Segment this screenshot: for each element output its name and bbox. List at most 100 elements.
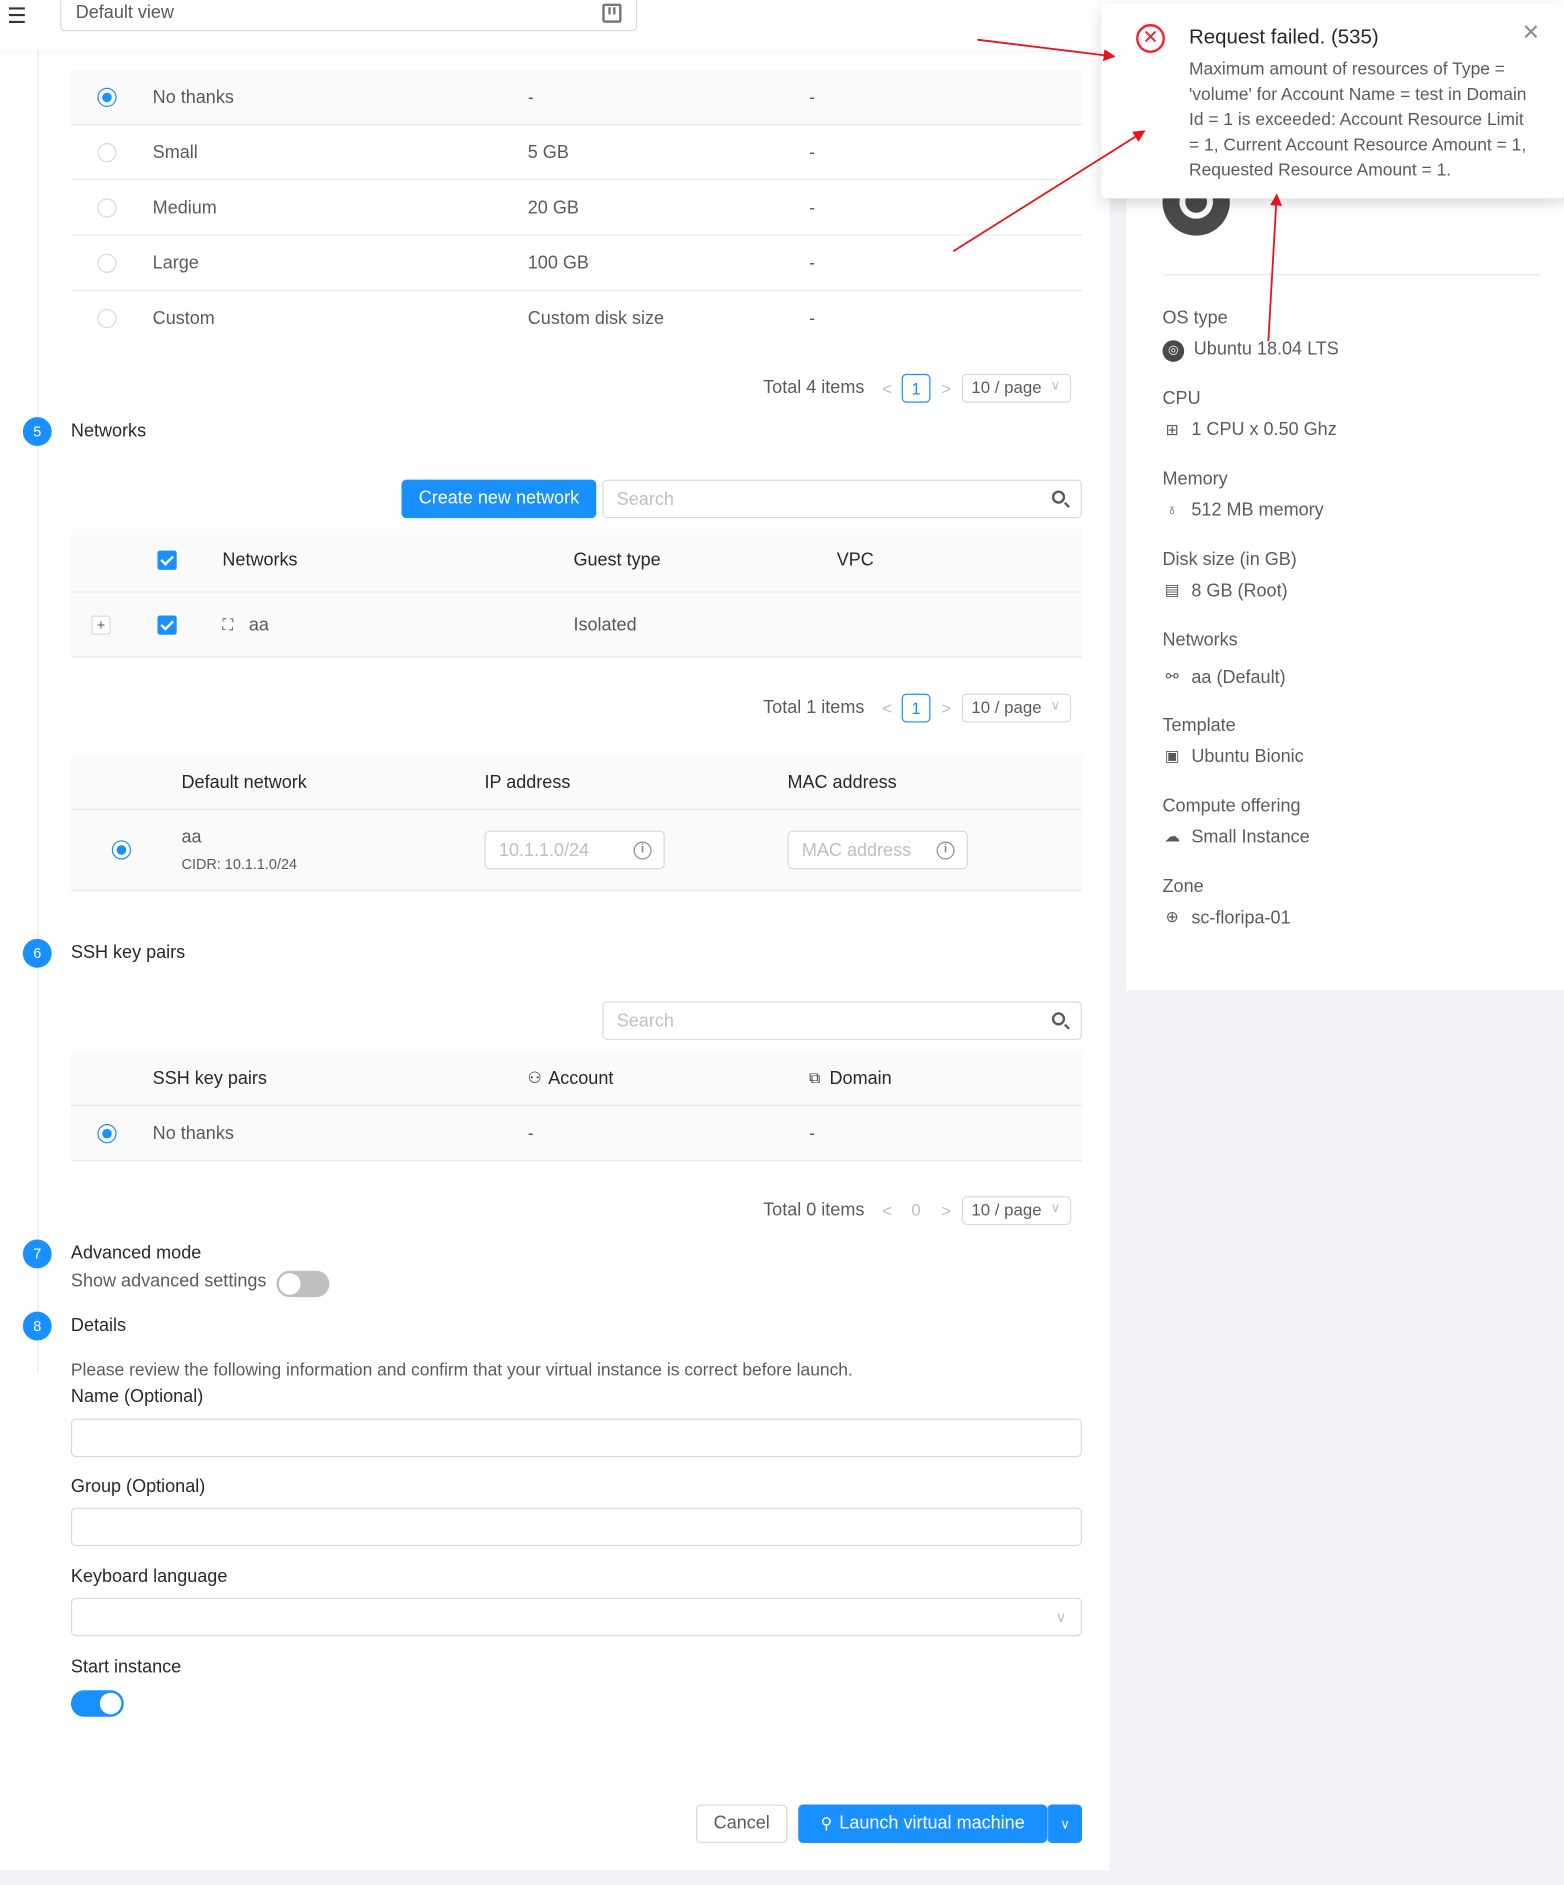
table-row[interactable]: Medium 20 GB - (70, 180, 1082, 236)
group-field[interactable] (70, 1507, 1082, 1547)
column-header: Networks (222, 550, 298, 571)
networks-label: Networks (1162, 629, 1238, 651)
compute-offering-value: Small Instance (1191, 827, 1310, 848)
page-number[interactable]: 0 (902, 1196, 931, 1225)
page-number[interactable]: 1 (901, 693, 931, 723)
start-instance-label: Start instance (70, 1656, 182, 1678)
create-network-button[interactable]: Create new network (401, 479, 597, 519)
disk-size: Custom disk size (527, 308, 665, 329)
page-size-select[interactable]: 10 / page ∨ (961, 693, 1072, 723)
table-row[interactable]: No thanks - - (70, 1106, 1082, 1162)
ip-placeholder: 10.1.1.0/24 (498, 840, 590, 861)
page-size-value: 10 / page (971, 697, 1042, 717)
column-header: Default network (181, 772, 307, 793)
step-title: Networks (70, 420, 147, 442)
name-field[interactable] (70, 1418, 1082, 1458)
launch-vm-label: Launch virtual machine (839, 1812, 1025, 1834)
ssh-domain: - (809, 1122, 816, 1144)
table-row[interactable]: Large 100 GB - (70, 236, 1082, 291)
column-header: Domain (829, 1068, 892, 1089)
close-icon[interactable]: ✕ (1522, 20, 1540, 45)
table-row[interactable]: + ⛶ aa Isolated (70, 592, 1082, 658)
advanced-mode-switch[interactable] (276, 1270, 330, 1298)
info-icon[interactable]: i (936, 841, 955, 860)
row-checkbox[interactable] (157, 614, 177, 635)
switch-knob (278, 1273, 301, 1295)
next-page-icon[interactable]: > (937, 374, 956, 403)
table-row[interactable]: Custom Custom disk size - (71, 291, 1082, 346)
info-icon[interactable]: i (633, 841, 652, 860)
template-value: Ubuntu Bionic (1191, 746, 1304, 768)
disk-name: No thanks (152, 86, 234, 107)
keyboard-language-select[interactable]: ∨ (70, 1597, 1082, 1637)
view-select[interactable]: Default view (60, 0, 638, 32)
disk-size: 100 GB (527, 252, 589, 273)
name-label: Name (Optional) (70, 1386, 204, 1407)
radio-button[interactable] (97, 1123, 117, 1143)
next-page-icon[interactable]: > (937, 694, 956, 723)
close-circle-icon: ✕ (1136, 24, 1165, 53)
table-row[interactable]: Small 5 GB - (70, 125, 1082, 181)
next-page-icon[interactable]: > (937, 1196, 956, 1225)
radio-button[interactable] (97, 197, 117, 217)
picture-icon: ▣ (1164, 746, 1180, 765)
ssh-account: - (527, 1122, 534, 1144)
ip-address-input[interactable]: 10.1.1.0/24 i (484, 830, 665, 870)
page-number[interactable]: 1 (901, 373, 931, 403)
page: ☰ Default view No thanks - - Small 5 GB … (0, 0, 1564, 1885)
launch-vm-button[interactable]: ⚲ Launch virtual machine (798, 1804, 1048, 1843)
cpu-label: CPU (1162, 388, 1201, 409)
menu-fold-icon[interactable]: ☰ (7, 5, 33, 27)
step-title: SSH key pairs (70, 942, 186, 963)
page-size-select[interactable]: 10 / page ∨ (961, 1196, 1072, 1226)
prev-page-icon[interactable]: < (878, 1196, 897, 1225)
expand-row-icon[interactable]: + (91, 614, 111, 635)
search-input[interactable]: Search (602, 1001, 1082, 1040)
start-instance-switch[interactable] (70, 1690, 124, 1717)
search-input[interactable]: Search (602, 479, 1082, 519)
search-placeholder: Search (616, 489, 674, 510)
column-header: VPC (836, 550, 874, 571)
chevron-down-icon: ∨ (1050, 698, 1061, 713)
appstore-icon: ⊞ (1165, 420, 1179, 439)
compute-offering-label: Compute offering (1162, 795, 1301, 817)
step-number: 7 (22, 1239, 52, 1269)
page-size-select[interactable]: 10 / page ∨ (961, 373, 1072, 403)
prev-page-icon[interactable]: < (878, 374, 897, 403)
mac-address-input[interactable]: MAC address i (787, 830, 968, 870)
table-row[interactable]: No thanks - - (70, 69, 1082, 126)
column-header: Account (548, 1068, 614, 1089)
search-icon[interactable] (1051, 1012, 1066, 1026)
cancel-button[interactable]: Cancel (696, 1804, 788, 1843)
step-title: Advanced mode (70, 1243, 202, 1264)
group-label: Group (Optional) (70, 1476, 206, 1497)
chevron-down-icon: ∨ (1050, 1200, 1061, 1216)
radio-button[interactable] (97, 253, 117, 273)
ubuntu-icon: ◎ (1162, 340, 1185, 362)
search-icon[interactable] (1051, 490, 1066, 504)
disk-name: Custom (152, 308, 215, 329)
select-all-checkbox[interactable] (157, 550, 177, 570)
global-icon: ⊕ (1165, 907, 1179, 926)
network-guest-type: Isolated (573, 614, 637, 635)
api-icon: ⚯ (1165, 667, 1179, 686)
details-intro: Please review the following information … (70, 1360, 853, 1381)
view-select-value: Default view (75, 2, 174, 23)
steps-line (37, 50, 39, 1373)
disk-extra: - (809, 308, 816, 329)
hdd-icon: ▤ (1164, 580, 1180, 599)
radio-button[interactable] (97, 142, 117, 162)
table-row[interactable]: aa CIDR: 10.1.1.0/24 10.1.1.0/24 i MAC a… (70, 810, 1082, 891)
mac-placeholder: MAC address (801, 840, 912, 861)
radio-button[interactable] (97, 308, 117, 329)
page-size-value: 10 / page (971, 377, 1042, 397)
radio-button[interactable] (111, 840, 132, 860)
zone-label: Zone (1162, 876, 1204, 897)
kanban-icon[interactable] (602, 3, 622, 23)
prev-page-icon[interactable]: < (878, 694, 897, 723)
launch-options-button[interactable]: ∨ (1047, 1804, 1082, 1843)
network-name: aa (181, 827, 202, 848)
switch-knob (99, 1692, 122, 1715)
disk-extra: - (809, 197, 816, 218)
radio-button[interactable] (97, 87, 117, 107)
